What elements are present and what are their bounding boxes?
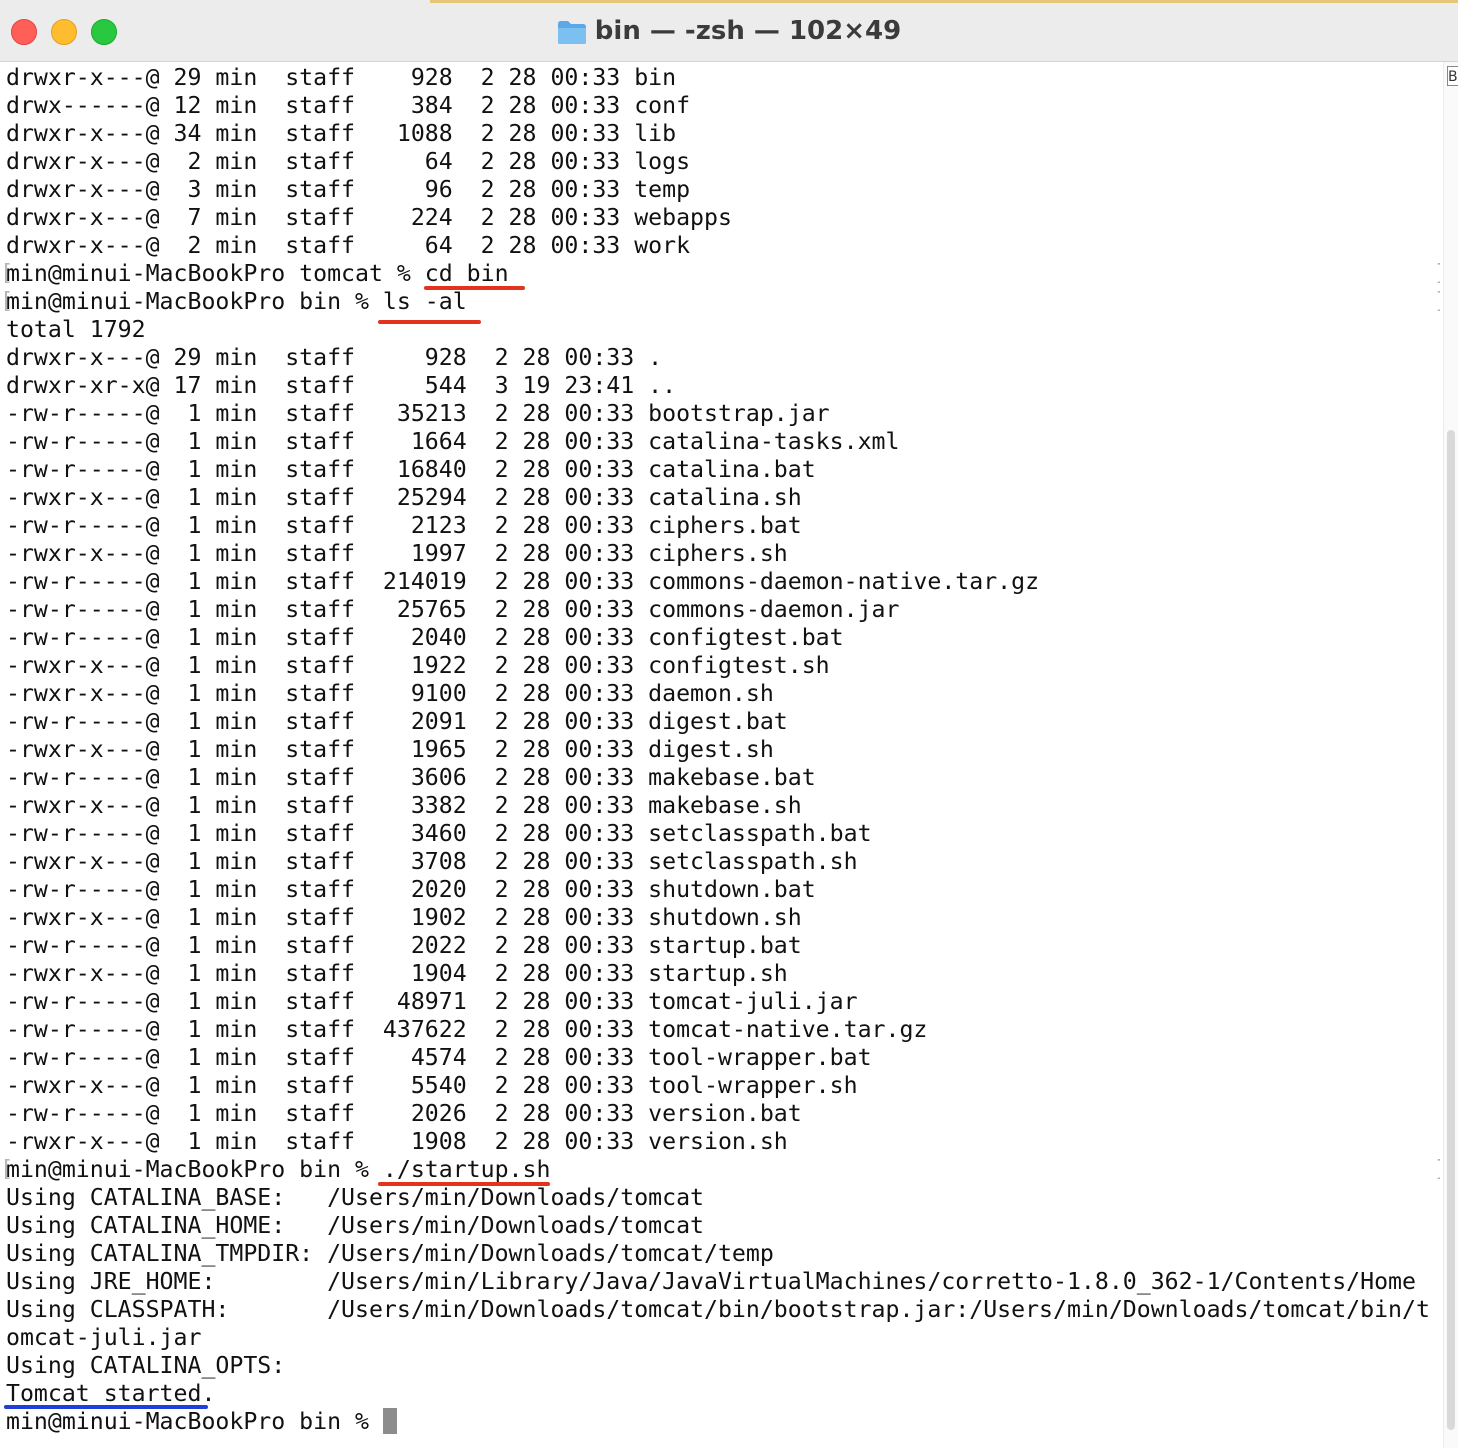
output-line: -rw-r-----@ 1 min staff 2026 2 28 00:33 …: [6, 1100, 802, 1127]
output-line: -rw-r-----@ 1 min staff 4574 2 28 00:33 …: [6, 1044, 872, 1071]
output-line: -rw-r-----@ 1 min staff 2123 2 28 00:33 …: [6, 512, 802, 539]
output-line: drwxr-x---@ 29 min staff 928 2 28 00:33 …: [6, 64, 677, 91]
output-line: Using CATALINA_BASE: /Users/min/Download…: [6, 1184, 705, 1211]
output-line: -rwxr-x---@ 1 min staff 1902 2 28 00:33 …: [6, 904, 802, 931]
output-line: drwxr-x---@ 29 min staff 928 2 28 00:33 …: [6, 344, 663, 371]
terminal-window: bin — -zsh — 102×49 drwxr-x---@ 29 min s…: [0, 0, 1458, 1448]
output-line: -rwxr-x---@ 1 min staff 1908 2 28 00:33 …: [6, 1128, 788, 1155]
output-line: -rwxr-x---@ 1 min staff 3382 2 28 00:33 …: [6, 792, 802, 819]
output-line: Using JRE_HOME: /Users/min/Library/Java/…: [6, 1268, 1416, 1295]
output-line: -rw-r-----@ 1 min staff 3606 2 28 00:33 …: [6, 764, 816, 791]
output-line: -rwxr-x---@ 1 min staff 1904 2 28 00:33 …: [6, 960, 788, 987]
underline-startup-sh: [378, 1182, 550, 1186]
underline-tomcat-started: [4, 1405, 208, 1409]
output-line: -rw-r-----@ 1 min staff 48971 2 28 00:33…: [6, 988, 858, 1015]
output-line: drwxr-xr-x@ 17 min staff 544 3 19 23:41 …: [6, 372, 677, 399]
output-line: -rwxr-x---@ 1 min staff 9100 2 28 00:33 …: [6, 680, 774, 707]
window-title-group: bin — -zsh — 102×49: [0, 0, 1458, 62]
output-line: -rw-r-----@ 1 min staff 16840 2 28 00:33…: [6, 456, 816, 483]
mark-bracket-left: [: [0, 289, 14, 314]
output-line: -rw-r-----@ 1 min staff 437622 2 28 00:3…: [6, 1016, 928, 1043]
output-line: -rwxr-x---@ 1 min staff 5540 2 28 00:33 …: [6, 1072, 858, 1099]
output-line: drwxr-x---@ 34 min staff 1088 2 28 00:33…: [6, 120, 677, 147]
output-line: -rw-r-----@ 1 min staff 35213 2 28 00:33…: [6, 400, 830, 427]
scroll-marker-label: B: [1447, 66, 1458, 86]
terminal-output[interactable]: drwxr-x---@ 29 min staff 928 2 28 00:33 …: [0, 64, 1440, 1448]
output-line: -rw-r-----@ 1 min staff 25765 2 28 00:33…: [6, 596, 900, 623]
output-line: -rwxr-x---@ 1 min staff 1997 2 28 00:33 …: [6, 540, 788, 567]
output-line: -rw-r-----@ 1 min staff 1664 2 28 00:33 …: [6, 428, 900, 455]
output-line: total 1792: [6, 316, 146, 343]
output-line: drwxr-x---@ 2 min staff 64 2 28 00:33 lo…: [6, 148, 691, 175]
output-line: min@minui-MacBookPro bin %: [6, 1408, 397, 1436]
folder-icon: [557, 21, 586, 44]
output-line: Using CLASSPATH: /Users/min/Downloads/to…: [6, 1296, 1430, 1323]
output-line: Tomcat started.: [6, 1380, 216, 1407]
underline-ls-al: [378, 320, 481, 324]
mark-bracket-right: ]: [1434, 288, 1440, 316]
output-line: drwxr-x---@ 2 min staff 64 2 28 00:33 wo…: [6, 232, 691, 259]
output-line: drwxr-x---@ 7 min staff 224 2 28 00:33 w…: [6, 204, 732, 231]
output-line: omcat-juli.jar: [6, 1324, 202, 1351]
output-line: Using CATALINA_HOME: /Users/min/Download…: [6, 1212, 705, 1239]
output-line: -rw-r-----@ 1 min staff 2040 2 28 00:33 …: [6, 624, 844, 651]
output-line: -rwxr-x---@ 1 min staff 25294 2 28 00:33…: [6, 484, 802, 511]
mark-bracket-right: ]: [1434, 260, 1440, 288]
output-line: -rw-r-----@ 1 min staff 2020 2 28 00:33 …: [6, 876, 816, 903]
output-line: drwx------@ 12 min staff 384 2 28 00:33 …: [6, 92, 691, 119]
output-line: -rwxr-x---@ 1 min staff 1965 2 28 00:33 …: [6, 736, 774, 763]
output-line: -rw-r-----@ 1 min staff 214019 2 28 00:3…: [6, 568, 1040, 595]
window-title: bin — -zsh — 102×49: [594, 16, 902, 46]
output-line: -rw-r-----@ 1 min staff 2022 2 28 00:33 …: [6, 932, 802, 959]
prompt-line: min@minui-MacBookPro bin % ls -al: [6, 288, 467, 315]
output-line: -rwxr-x---@ 1 min staff 3708 2 28 00:33 …: [6, 848, 858, 875]
prompt-line: min@minui-MacBookPro bin % ./startup.sh: [6, 1156, 551, 1183]
output-line: Using CATALINA_OPTS:: [6, 1352, 286, 1379]
text-cursor: [382, 1408, 397, 1434]
title-bar[interactable]: bin — -zsh — 102×49: [0, 0, 1458, 62]
scrollbar-thumb[interactable]: [1447, 430, 1455, 1430]
mark-bracket-left: [: [0, 1157, 14, 1182]
output-line: Using CATALINA_TMPDIR: /Users/min/Downlo…: [6, 1240, 774, 1267]
mark-bracket-right: ]: [1434, 1156, 1440, 1184]
vertical-scrollbar[interactable]: [1443, 62, 1458, 1448]
output-line: -rw-r-----@ 1 min staff 2091 2 28 00:33 …: [6, 708, 788, 735]
mark-bracket-left: [: [0, 261, 14, 286]
prompt-line: min@minui-MacBookPro tomcat % cd bin: [6, 260, 509, 287]
output-line: -rw-r-----@ 1 min staff 3460 2 28 00:33 …: [6, 820, 872, 847]
output-line: -rwxr-x---@ 1 min staff 1922 2 28 00:33 …: [6, 652, 830, 679]
underline-cd-bin: [424, 286, 525, 290]
output-line: drwxr-x---@ 3 min staff 96 2 28 00:33 te…: [6, 176, 691, 203]
